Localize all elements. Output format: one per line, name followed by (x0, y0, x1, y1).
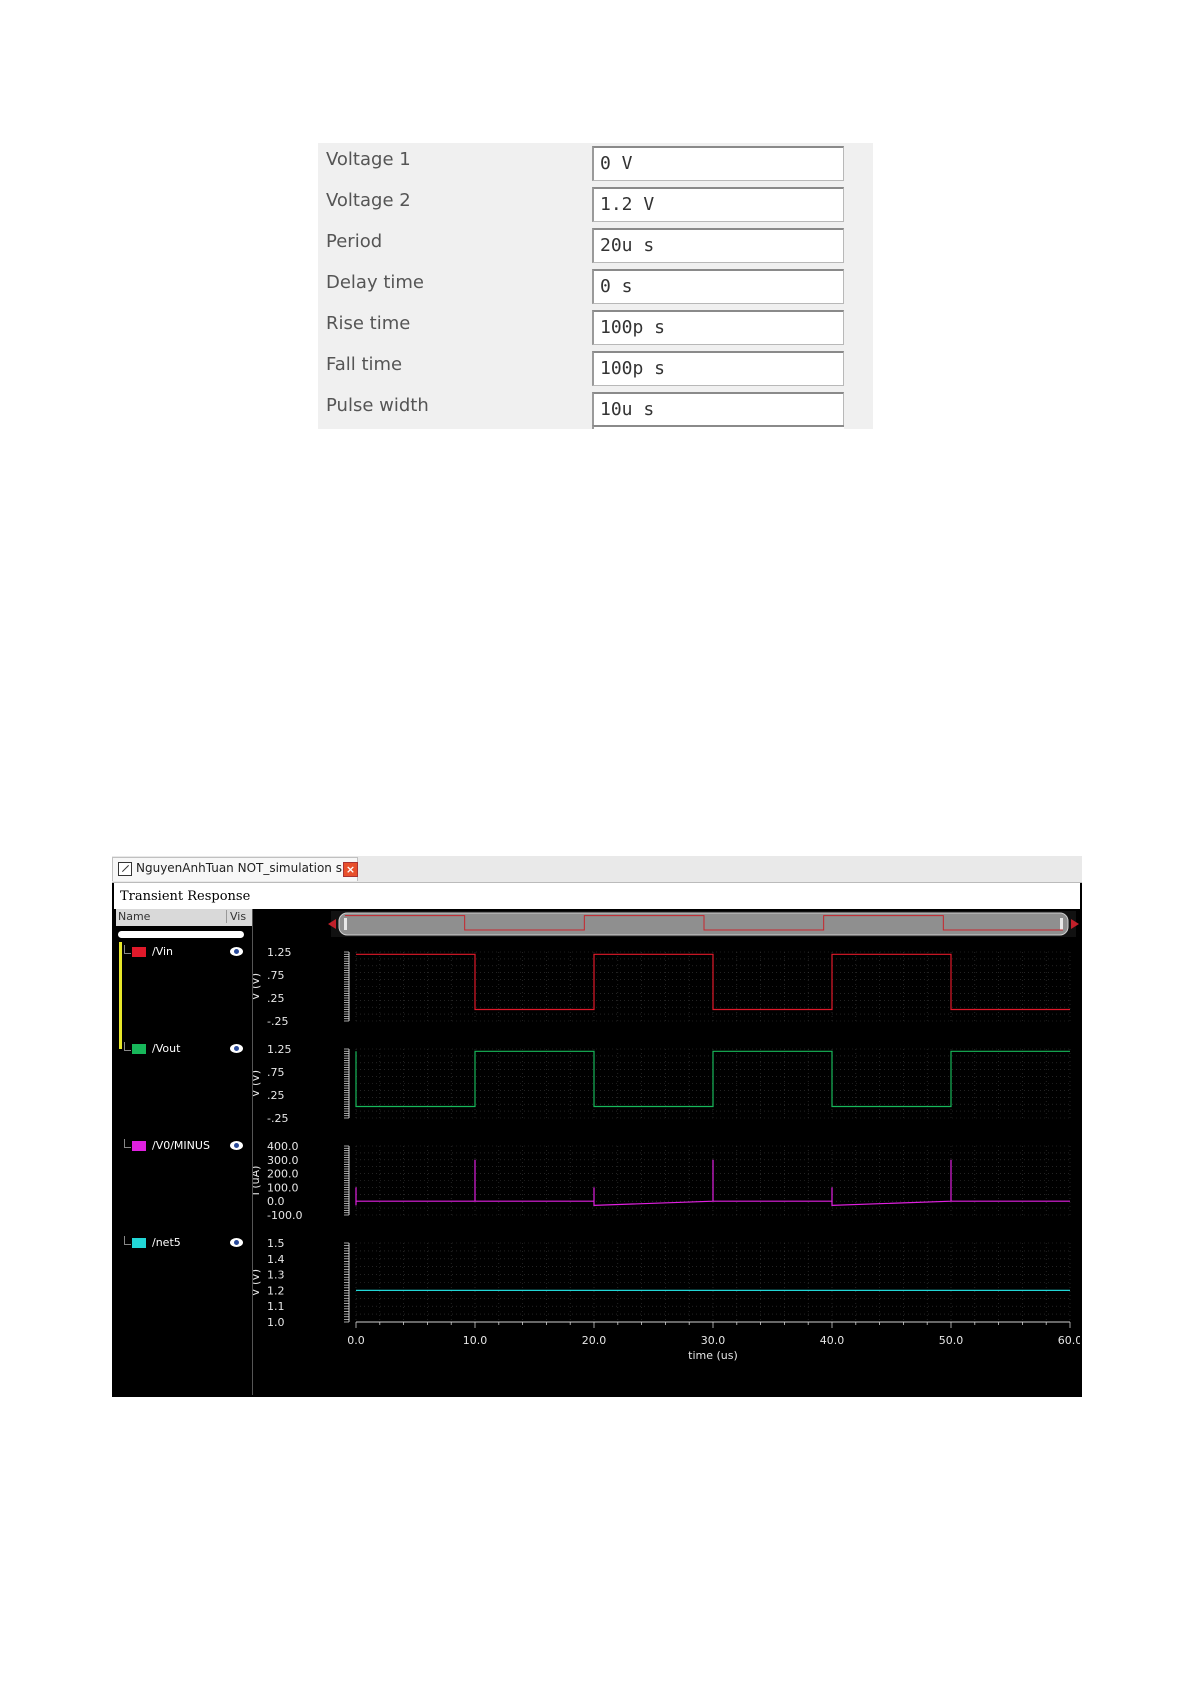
waveform-plots: 1.25 .75 .25 -.25 V (V) 1.25 .75 .25 -.25 V (V) 40… (253, 911, 1080, 1362)
param-row-voltage2: Voltage 2 1.2 V (318, 187, 873, 228)
y-tick-label: 1.25 (267, 1043, 292, 1056)
param-label: Rise time (326, 313, 411, 334)
y-tick-label: -.25 (267, 1112, 288, 1125)
y-tick-label: .25 (267, 1089, 285, 1102)
trace-vin (356, 953, 1070, 1011)
param-row-delay-time: Delay time 0 s (318, 269, 873, 310)
column-header-name[interactable]: Name (118, 910, 150, 923)
y-tick-label: 1.4 (267, 1253, 285, 1266)
tab-simulation[interactable]: NguyenAnhTuan NOT_simulation s... × (112, 857, 358, 881)
signal-panel-header: Name Vis (116, 909, 252, 926)
graph-title-bar: Transient Response (114, 883, 1080, 909)
color-swatch-icon (132, 1044, 146, 1054)
param-row-period: Period 20u s (318, 228, 873, 269)
eye-icon[interactable] (230, 947, 243, 956)
tree-branch-icon (124, 1042, 131, 1051)
tab-title: NguyenAnhTuan NOT_simulation s... (136, 861, 354, 875)
rise-time-input[interactable]: 100p s (592, 310, 844, 345)
graph-title: Transient Response (120, 889, 251, 904)
y-tick-label: 1.25 (267, 946, 292, 959)
color-swatch-icon (132, 947, 146, 957)
tree-branch-icon (124, 945, 131, 954)
scroll-grip-right-icon[interactable] (1060, 918, 1063, 930)
signal-item-vout[interactable]: /Vout (116, 1042, 252, 1058)
param-label: Period (326, 231, 383, 252)
y-tick-label: 1.1 (267, 1300, 285, 1313)
y-axis-label: V (V) (253, 973, 262, 1000)
signal-name: /Vin (152, 945, 174, 958)
tree-branch-icon (124, 1236, 131, 1245)
y-tick-label: 200.0 (267, 1168, 299, 1181)
y-tick-label: .75 (267, 1066, 285, 1079)
y-tick-label: .25 (267, 992, 285, 1005)
trace-vout (355, 1050, 1070, 1108)
param-label: Delay time (326, 272, 425, 293)
y-tick-label: 300.0 (267, 1154, 299, 1167)
signal-name: /V0/MINUS (152, 1139, 210, 1152)
y-tick-label: 1.3 (267, 1269, 285, 1282)
param-row-fall-time: Fall time 100p s (318, 351, 873, 392)
y-tick-label: .75 (267, 969, 285, 982)
param-row-voltage1: Voltage 1 0 V (318, 146, 873, 187)
waveform-window: Transient Response Name Vis /Vin /Vout /… (112, 883, 1082, 1397)
next-param-input-partial[interactable] (592, 425, 844, 429)
param-label: Voltage 1 (326, 149, 411, 170)
signal-name: /net5 (152, 1236, 181, 1249)
trace-v0minus (355, 1159, 1070, 1206)
panel-scrollbar[interactable] (118, 931, 244, 938)
voltage2-input[interactable]: 1.2 V (592, 187, 844, 222)
column-header-vis[interactable]: Vis (226, 910, 246, 923)
y-tick-label: -100.0 (267, 1209, 302, 1222)
signal-item-vin[interactable]: /Vin (116, 945, 252, 961)
signal-name: /Vout (152, 1042, 181, 1055)
delay-time-input[interactable]: 0 s (592, 269, 844, 304)
y-tick-label: 1.2 (267, 1284, 285, 1297)
fall-time-input[interactable]: 100p s (592, 351, 844, 386)
x-tick-label: 10.0 (463, 1334, 488, 1347)
close-icon[interactable]: × (343, 862, 358, 877)
param-label: Voltage 2 (326, 190, 411, 211)
eye-icon[interactable] (230, 1238, 243, 1247)
eye-icon[interactable] (230, 1141, 243, 1150)
y-tick-label: -.25 (267, 1015, 288, 1028)
signal-item-v0-minus[interactable]: /V0/MINUS (116, 1139, 252, 1155)
signal-panel: Name Vis /Vin /Vout /V0/MINUS /net5 (116, 909, 253, 1395)
y-axis-label: V (V) (253, 1070, 262, 1097)
y-tick-label: 1.0 (267, 1316, 285, 1329)
x-tick-label: 60.0 (1058, 1334, 1080, 1347)
param-label: Pulse width (326, 395, 429, 416)
voltage1-input[interactable]: 0 V (592, 146, 844, 181)
period-input[interactable]: 20u s (592, 228, 844, 263)
y-tick-label: 400.0 (267, 1140, 299, 1153)
pulse-parameter-form: Voltage 1 0 V Voltage 2 1.2 V Period 20u… (318, 143, 873, 429)
graph-doc-icon (118, 862, 132, 876)
y-tick-label: 0.0 (267, 1195, 285, 1208)
x-tick-label: 40.0 (820, 1334, 845, 1347)
y-tick-label: 1.5 (267, 1237, 285, 1250)
y-tick-label: 100.0 (267, 1181, 299, 1194)
x-axis-label: time (us) (688, 1349, 738, 1362)
color-swatch-icon (132, 1238, 146, 1248)
pulse-width-input[interactable]: 10u s (592, 392, 844, 427)
signal-item-net5[interactable]: /net5 (116, 1236, 252, 1252)
param-row-rise-time: Rise time 100p s (318, 310, 873, 351)
x-tick-label: 20.0 (582, 1334, 607, 1347)
param-row-pulse-width: Pulse width 10u s (318, 392, 873, 429)
y-axis-label: V (V) (253, 1269, 262, 1296)
x-tick-label: 30.0 (701, 1334, 726, 1347)
color-swatch-icon (132, 1141, 146, 1151)
param-label: Fall time (326, 354, 403, 375)
tab-strip: NguyenAnhTuan NOT_simulation s... × (112, 856, 1082, 883)
x-tick-label: 50.0 (939, 1334, 964, 1347)
tree-branch-icon (124, 1139, 131, 1148)
eye-icon[interactable] (230, 1044, 243, 1053)
y-axis-label: I (uA) (253, 1166, 262, 1196)
scroll-grip-left-icon[interactable] (344, 918, 347, 930)
x-tick-label: 0.0 (347, 1334, 365, 1347)
